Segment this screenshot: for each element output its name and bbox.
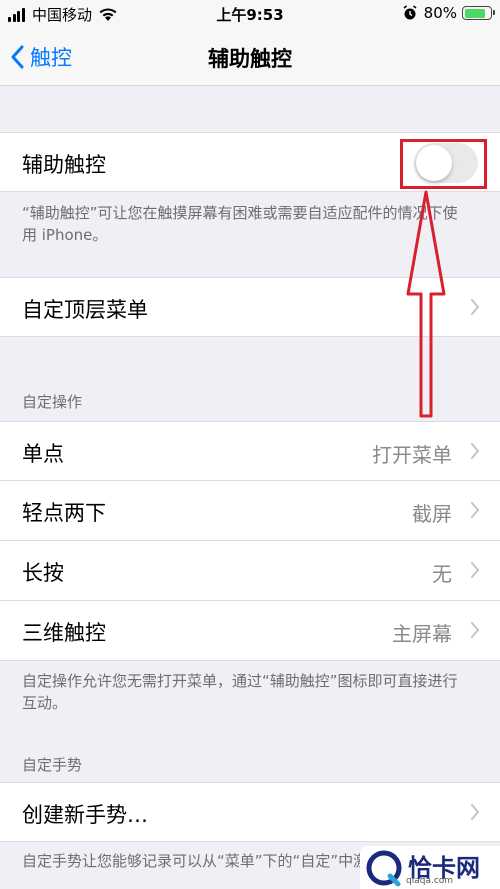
chevron-right-icon	[471, 502, 479, 518]
page-title: 辅助触控	[208, 47, 292, 71]
alarm-icon	[403, 5, 417, 20]
custom-actions-footer: 自定操作允许您无需打开菜单，通过“辅助触控”图标即可直接进行互动。	[22, 672, 458, 712]
status-right: 80%	[402, 4, 495, 22]
action-value: 截屏	[412, 502, 452, 526]
annotation-up-arrow-icon	[406, 190, 446, 418]
custom-actions-header: 自定操作	[22, 393, 83, 411]
action-value: 打开菜单	[372, 443, 452, 467]
watermark-url: qiaqa.com	[406, 876, 454, 886]
watermark-logo: 恰卡网 qiaqa.com	[360, 846, 500, 889]
assistive-touch-label: 辅助触控	[22, 153, 106, 177]
battery-icon	[462, 6, 495, 20]
status-bar: 中国移动 上午9:53 80%	[0, 0, 500, 28]
action-label: 轻点两下	[22, 501, 106, 525]
annotation-highlight-box	[400, 139, 487, 189]
create-gesture-label: 创建新手势…	[22, 803, 148, 827]
action-row-single-tap[interactable]: 单点 打开菜单	[0, 421, 500, 481]
action-row-long-press[interactable]: 长按 无	[0, 541, 500, 601]
action-value: 无	[432, 562, 452, 586]
chevron-right-icon	[471, 299, 479, 315]
navigation-bar: 触控 辅助触控	[0, 28, 500, 86]
watermark-circle-icon	[366, 850, 402, 886]
action-row-3d-touch[interactable]: 三维触控 主屏幕	[0, 601, 500, 661]
battery-percent: 80%	[423, 4, 457, 22]
chevron-right-icon	[471, 622, 479, 638]
action-label: 单点	[22, 442, 64, 466]
top-level-menu-label: 自定顶层菜单	[22, 298, 148, 322]
custom-gestures-header: 自定手势	[22, 756, 83, 774]
action-label: 三维触控	[22, 621, 106, 645]
chevron-right-icon	[471, 804, 479, 820]
action-value: 主屏幕	[392, 622, 452, 646]
create-gesture-row[interactable]: 创建新手势…	[0, 782, 500, 842]
action-row-double-tap[interactable]: 轻点两下 截屏	[0, 481, 500, 541]
action-label: 长按	[22, 561, 64, 585]
chevron-right-icon	[471, 443, 479, 459]
chevron-right-icon	[471, 562, 479, 578]
